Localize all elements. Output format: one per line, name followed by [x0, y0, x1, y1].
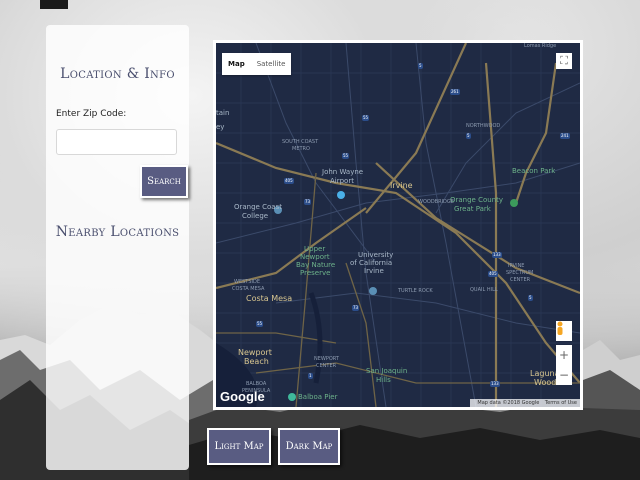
nearby-locations-title: Nearby Locations [55, 224, 180, 240]
map-label-irvine-spectrum-2: SPECTRUM [506, 270, 534, 276]
map-label-ey: ey [216, 123, 225, 131]
route-shield: 55 [342, 153, 350, 159]
google-logo: Google [220, 389, 265, 404]
top-black-block [40, 0, 68, 9]
map-label-westside-1: WESTSIDE [234, 279, 260, 285]
map-view[interactable]: Map Satellite ⛶ Irvine John Wayne Airpor… [216, 43, 580, 407]
map-type-satellite[interactable]: Satellite [251, 60, 292, 68]
map-label-irvine: Irvine [390, 181, 413, 190]
route-shield: 73 [352, 305, 360, 311]
map-label-upper-4: Preserve [300, 269, 331, 277]
map-type-toggle: Map Satellite [222, 53, 292, 75]
map-label-costa-mesa: Costa Mesa [246, 294, 293, 303]
map-label-upper-1: Upper [304, 245, 326, 253]
light-map-button[interactable]: Light Map [207, 428, 271, 465]
fullscreen-icon[interactable]: ⛶ [556, 53, 572, 69]
pegman-icon[interactable] [556, 321, 572, 341]
map-label-metro: METRO [292, 146, 310, 152]
map-attribution: Map data ©2018 Google Terms of Use [470, 399, 580, 407]
map-frame: Map Satellite ⛶ Irvine John Wayne Airpor… [213, 40, 583, 410]
map-label-newport-2: Beach [244, 357, 269, 366]
map-label-uci-1: University [358, 251, 394, 259]
map-label-northwood: NORTHWOOD [466, 123, 501, 129]
route-shield: 133 [492, 252, 502, 258]
route-shield: 133 [490, 381, 500, 387]
route-shield: 5 [528, 295, 533, 301]
map-label-john-wayne-2: Airport [330, 177, 354, 185]
zip-label: Enter Zip Code: [56, 109, 127, 119]
map-label-turtle-rock: TURTLE ROCK [398, 288, 433, 294]
map-label-irvine-spectrum-3: CENTER [510, 277, 531, 283]
map-label-upper-2: Newport [300, 253, 330, 261]
zoom-in-icon[interactable]: + [556, 345, 572, 365]
sidebar-title: Location & Info [60, 66, 175, 82]
map-label-great-park-2: Great Park [454, 205, 491, 213]
map-label-woodbridge: WOODBRIDGE [418, 199, 454, 205]
sidebar-panel: Location & Info Enter Zip Code: Search N… [46, 25, 189, 470]
search-button[interactable]: Search [140, 165, 188, 198]
map-label-lomas: Lomas Ridge [524, 43, 557, 49]
route-shield: 405 [488, 271, 498, 277]
map-label-balboa: Balboa Pier [298, 393, 338, 401]
map-label-quail-hill: QUAIL HILL [470, 287, 498, 293]
route-shield: 73 [304, 199, 312, 205]
map-label-tain: tain [216, 109, 230, 117]
dark-map-button[interactable]: Dark Map [278, 428, 340, 465]
map-label-beacon-park: Beacon Park [512, 167, 556, 175]
zoom-out-icon[interactable]: − [556, 365, 572, 385]
map-label-newport-center-1: NEWPORT [314, 356, 339, 362]
map-type-map[interactable]: Map [222, 60, 251, 68]
map-label-great-park-1: Orange County [450, 196, 504, 204]
map-label-uci-2: of California [350, 259, 393, 267]
map-label-westside-2: COSTA MESA [232, 286, 265, 292]
route-shield: 405 [284, 178, 294, 184]
zoom-control: + − [556, 345, 572, 385]
map-label-occ-2: College [242, 212, 269, 220]
map-label-balboa-peninsula-1: BALBOA [246, 381, 267, 387]
map-label-san-joaquin-2: Hills [376, 376, 391, 384]
route-shield: 1 [308, 373, 313, 379]
map-data-credit: Map data ©2018 Google [477, 400, 540, 406]
map-label-newport-1: Newport [238, 348, 272, 357]
terms-link[interactable]: Terms of Use [545, 400, 577, 406]
map-label-south-coast: SOUTH COAST [282, 139, 319, 145]
map-label-upper-3: Bay Nature [296, 261, 336, 269]
map-label-uci-3: Irvine [364, 267, 384, 275]
map-label-occ-1: Orange Coast [234, 203, 282, 211]
route-shield: 241 [560, 133, 570, 139]
route-shield: 55 [362, 115, 370, 121]
map-label-newport-center-2: CENTER [316, 363, 337, 369]
route-shield: 261 [450, 89, 460, 95]
route-shield: 5 [418, 63, 423, 69]
route-shield: 55 [256, 321, 264, 327]
map-label-irvine-spectrum-1: IRVINE [508, 263, 525, 269]
map-label-john-wayne-1: John Wayne [322, 168, 364, 176]
map-label-san-joaquin-1: San Joaquin [366, 367, 408, 375]
route-shield: 5 [466, 133, 471, 139]
zip-input[interactable] [56, 129, 177, 155]
